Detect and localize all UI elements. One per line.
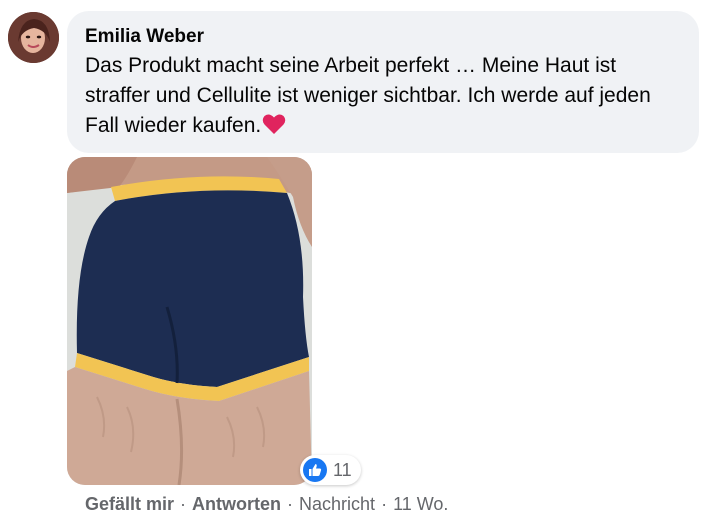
comment-bubble: Emilia Weber Das Produkt macht seine Arb… — [67, 11, 699, 153]
reaction-summary[interactable]: 11 — [300, 455, 361, 485]
like-button[interactable]: Gefällt mir — [85, 494, 174, 514]
comment-author[interactable]: Emilia Weber — [85, 24, 681, 50]
comment-text: Das Produkt macht seine Arbeit perfekt …… — [85, 54, 651, 137]
comment-text-wrapper: Das Produkt macht seine Arbeit perfekt …… — [85, 51, 681, 144]
separator: · — [381, 494, 388, 514]
reply-button[interactable]: Antworten — [192, 494, 281, 514]
comment-photo[interactable] — [67, 157, 312, 485]
timestamp[interactable]: 11 Wo. — [393, 494, 448, 514]
heart-icon — [262, 113, 286, 144]
reaction-count: 11 — [333, 459, 352, 480]
like-icon — [303, 458, 327, 482]
comment: Emilia Weber Das Produkt macht seine Arb… — [0, 0, 715, 528]
comment-actions: Gefällt mir · Antworten · Nachricht · 11 Wo. — [85, 494, 448, 515]
separator: · — [287, 494, 294, 514]
avatar[interactable] — [8, 12, 59, 63]
separator: · — [180, 494, 187, 514]
message-label[interactable]: Nachricht — [299, 494, 375, 514]
